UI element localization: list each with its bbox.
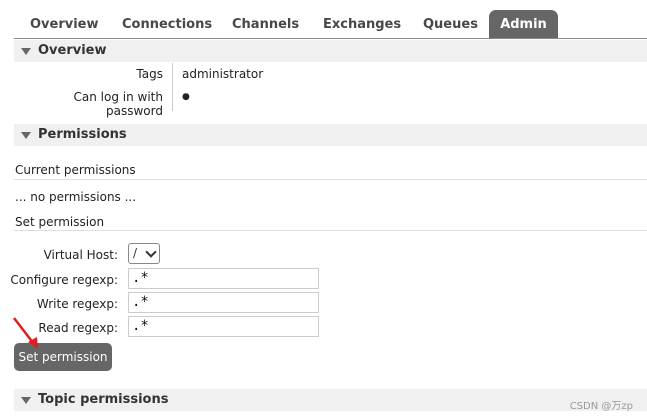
tags-label: Tags	[136, 67, 163, 81]
permissions-section-title: Permissions	[38, 127, 127, 142]
red-arrow-icon	[13, 317, 38, 349]
main-nav-tabs: Overview Connections Channels Exchanges …	[0, 0, 647, 40]
tab-channels[interactable]: Channels	[232, 11, 299, 38]
set-permission-heading: Set permission	[15, 215, 105, 229]
tab-exchanges[interactable]: Exchanges	[323, 11, 401, 38]
no-permissions-text: ... no permissions ...	[15, 190, 137, 204]
read-regexp-input[interactable]: .*	[128, 316, 319, 337]
configure-regexp-label: Configure regexp:	[10, 273, 118, 287]
login-value: ●	[182, 92, 190, 102]
tab-overview[interactable]: Overview	[30, 11, 99, 38]
collapse-triangle-icon	[21, 132, 31, 139]
chevron-down-icon	[145, 246, 157, 258]
topic-permissions-section-header[interactable]: Topic permissions	[14, 389, 647, 411]
virtual-host-select[interactable]: /	[128, 243, 160, 264]
tab-queues[interactable]: Queues	[423, 11, 478, 38]
permissions-section-header[interactable]: Permissions	[14, 124, 647, 146]
overview-section-title: Overview	[38, 43, 107, 58]
tab-connections[interactable]: Connections	[122, 11, 212, 38]
watermark: CSDN @万zp	[569, 401, 633, 412]
collapse-triangle-icon	[21, 397, 31, 404]
collapse-triangle-icon	[21, 48, 31, 55]
topic-permissions-section-title: Topic permissions	[38, 392, 169, 407]
virtual-host-value: /	[133, 246, 138, 260]
divider	[14, 179, 647, 180]
virtual-host-label: Virtual Host:	[43, 248, 118, 262]
tab-admin[interactable]: Admin	[489, 10, 558, 39]
login-label: Can log in with password	[73, 90, 163, 118]
current-permissions-heading: Current permissions	[15, 163, 136, 177]
overview-section-header[interactable]: Overview	[14, 40, 647, 62]
tab-underline	[14, 38, 647, 39]
write-regexp-input[interactable]: .*	[128, 292, 319, 313]
divider	[14, 230, 647, 231]
configure-regexp-input[interactable]: .*	[128, 268, 319, 289]
tags-value: administrator	[182, 67, 264, 81]
overview-divider	[172, 63, 173, 111]
write-regexp-label: Write regexp:	[36, 297, 118, 311]
